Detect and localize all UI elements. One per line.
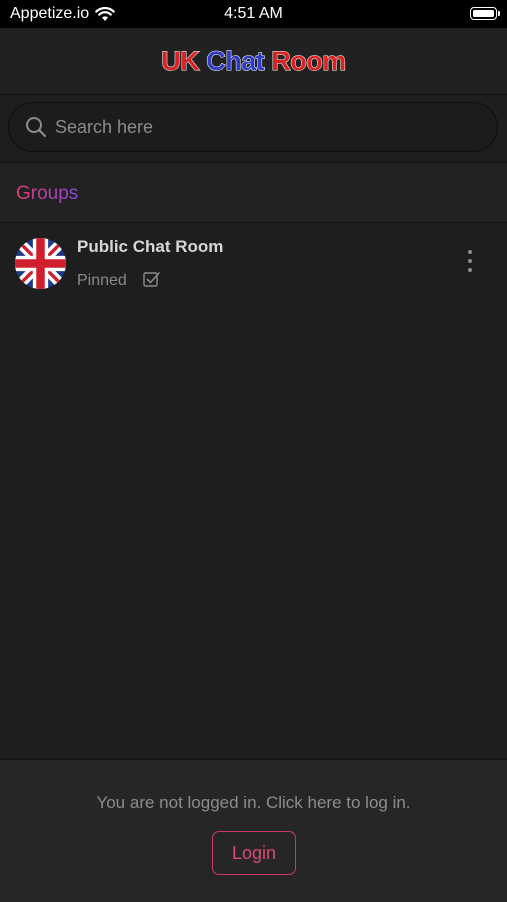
search-bar: Search here: [0, 95, 507, 163]
app-logo: UK Chat Room: [161, 45, 347, 77]
uk-flag-icon: [15, 238, 66, 289]
group-list-item[interactable]: Public Chat Room Pinned: [0, 223, 507, 303]
search-field[interactable]: Search here: [8, 102, 498, 152]
login-footer: You are not logged in. Click here to log…: [0, 758, 507, 902]
logo-chat: Chat: [206, 45, 266, 76]
login-prompt[interactable]: You are not logged in. Click here to log…: [0, 793, 507, 813]
groups-section-header: Groups: [0, 163, 507, 223]
group-name: Public Chat Room: [77, 237, 224, 256]
search-input[interactable]: Search here: [55, 117, 153, 138]
group-status: Pinned: [77, 272, 127, 289]
battery-icon: [470, 7, 500, 20]
logo-room: Room: [271, 45, 347, 76]
search-icon: [26, 117, 47, 138]
status-bar: Appetize.io 4:51 AM: [0, 0, 507, 28]
more-options-icon[interactable]: [460, 248, 480, 274]
groups-title: Groups: [16, 183, 79, 204]
status-time: 4:51 AM: [224, 5, 283, 22]
logo-uk: UK: [161, 45, 201, 76]
app-header: UK Chat Room: [0, 28, 507, 95]
pinned-check-icon: [143, 272, 160, 287]
login-button[interactable]: Login: [212, 831, 296, 875]
